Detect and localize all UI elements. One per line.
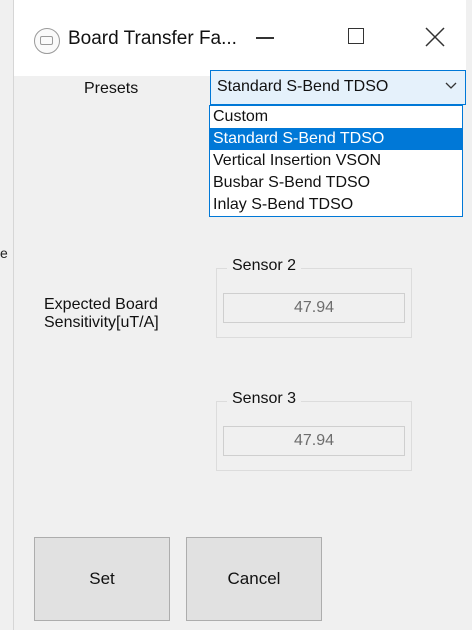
close-icon bbox=[425, 27, 445, 47]
sensor3-value-field: 47.94 bbox=[223, 426, 405, 456]
preset-option-vertical-insertion-vson[interactable]: Vertical Insertion VSON bbox=[210, 150, 462, 172]
sensor2-group: Sensor 2 47.94 bbox=[216, 257, 412, 338]
presets-dropdown[interactable]: Standard S-Bend TDSO bbox=[210, 70, 466, 105]
sensor3-group: Sensor 3 47.94 bbox=[216, 390, 412, 471]
preset-option-standard-s-bend-tdso[interactable]: Standard S-Bend TDSO bbox=[210, 128, 462, 150]
background-window-edge: e bbox=[0, 0, 14, 630]
title-bar[interactable]: Board Transfer Fa... bbox=[14, 0, 466, 76]
presets-dropdown-list: Custom Standard S-Bend TDSO Vertical Ins… bbox=[209, 105, 463, 217]
expected-sensitivity-label-line2: Sensitivity[uT/A] bbox=[44, 314, 159, 331]
sensor2-value-field: 47.94 bbox=[223, 293, 405, 323]
presets-label: Presets bbox=[84, 80, 139, 97]
maximize-button[interactable] bbox=[334, 18, 380, 58]
minimize-button[interactable] bbox=[242, 18, 288, 58]
expected-sensitivity-label-line1: Expected Board bbox=[44, 296, 158, 313]
preset-option-inlay-s-bend-tdso[interactable]: Inlay S-Bend TDSO bbox=[210, 194, 462, 216]
sensor2-title: Sensor 2 bbox=[227, 257, 302, 275]
chevron-down-icon bbox=[445, 82, 457, 89]
preset-option-custom[interactable]: Custom bbox=[210, 106, 462, 128]
dialog-window: Board Transfer Fa... Presets Standard S-… bbox=[14, 0, 466, 630]
preset-option-busbar-s-bend-tdso[interactable]: Busbar S-Bend TDSO bbox=[210, 172, 462, 194]
sensor3-title: Sensor 3 bbox=[227, 390, 302, 408]
background-window-edge-right bbox=[465, 0, 472, 630]
close-button[interactable] bbox=[418, 18, 464, 58]
expected-sensitivity-label: Expected Board Sensitivity[uT/A] bbox=[44, 296, 159, 332]
set-button[interactable]: Set bbox=[34, 537, 170, 621]
presets-selected-value: Standard S-Bend TDSO bbox=[217, 78, 389, 95]
window-title: Board Transfer Fa... bbox=[68, 28, 237, 49]
background-window-text: e bbox=[0, 245, 8, 261]
cancel-button[interactable]: Cancel bbox=[186, 537, 322, 621]
app-icon bbox=[34, 28, 60, 54]
